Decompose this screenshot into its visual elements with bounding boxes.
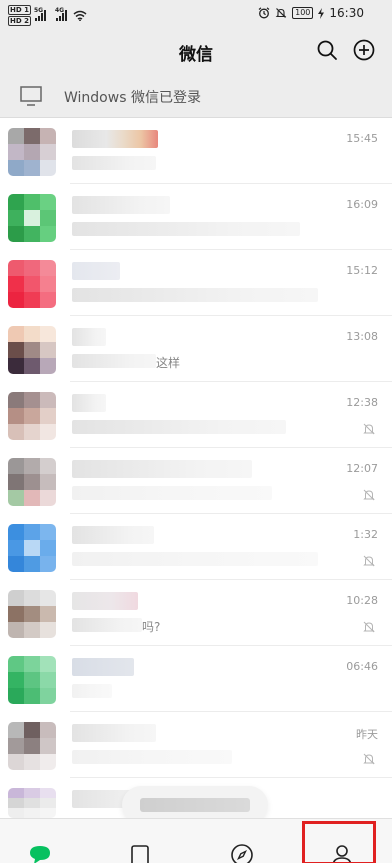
muted-bell-icon <box>363 621 375 633</box>
contact-name <box>72 592 138 610</box>
contact-name <box>72 130 158 148</box>
contact-name <box>72 526 154 544</box>
windows-login-banner[interactable]: Windows 微信已登录 <box>0 72 392 118</box>
contact-name <box>72 460 252 478</box>
message-preview <box>72 684 112 698</box>
login-banner-text: Windows 微信已登录 <box>64 90 201 106</box>
avatar <box>8 722 56 770</box>
message-preview <box>72 750 232 764</box>
status-left: HD 1 HD 2 5G 4G <box>8 5 87 26</box>
contact-name <box>72 196 170 214</box>
highlight-box <box>302 821 376 863</box>
chat-time: 昨天 <box>356 728 378 741</box>
avatar <box>8 524 56 572</box>
avatar <box>8 392 56 440</box>
contacts-icon <box>131 845 149 863</box>
chat-time: 1:32 <box>353 528 378 541</box>
avatar <box>8 590 56 638</box>
chat-time: 16:09 <box>346 198 378 211</box>
status-right: 100 16:30 <box>258 6 364 20</box>
message-preview <box>72 420 286 434</box>
message-preview <box>72 156 156 170</box>
chat-list: 15:45 16:09 15:12 这样 13:08 12:38 12:07 1… <box>0 118 392 818</box>
tab-chats[interactable] <box>0 819 98 863</box>
chat-item[interactable]: 这样 13:08 <box>0 316 392 382</box>
chat-item[interactable]: 06:46 <box>0 646 392 712</box>
message-preview <box>72 222 300 236</box>
message-suffix: 这样 <box>156 356 181 370</box>
message-preview <box>72 552 318 566</box>
chat-item[interactable]: 1:32 <box>0 514 392 580</box>
avatar <box>8 656 56 704</box>
chat-time: 12:07 <box>346 462 378 475</box>
chat-time: 15:45 <box>346 132 378 145</box>
avatar <box>8 458 56 506</box>
chat-time: 12:38 <box>346 396 378 409</box>
compass-icon <box>231 844 253 863</box>
message-preview <box>72 486 272 500</box>
signal-4g-icon: 4G <box>55 7 67 21</box>
mute-bell-icon <box>275 8 287 18</box>
search-icon[interactable] <box>315 38 339 62</box>
alarm-icon <box>258 7 270 19</box>
chat-time: 13:08 <box>346 330 378 343</box>
muted-bell-icon <box>363 489 375 501</box>
message-preview <box>72 354 156 368</box>
charging-icon <box>318 7 325 19</box>
muted-bell-icon <box>363 753 375 765</box>
contact-name <box>72 328 106 346</box>
sim2-label: HD 2 <box>8 16 31 26</box>
message-preview <box>72 288 318 302</box>
sim1-label: HD 1 <box>8 5 31 15</box>
message-preview <box>72 618 142 632</box>
plus-circle-icon[interactable] <box>352 38 376 62</box>
contact-name <box>72 658 134 676</box>
chat-time: 15:12 <box>346 264 378 277</box>
contact-name <box>72 262 120 280</box>
chat-item[interactable]: 12:38 <box>0 382 392 448</box>
chat-time: 10:28 <box>346 594 378 607</box>
chat-item[interactable]: 12:07 <box>0 448 392 514</box>
contact-name <box>72 394 106 412</box>
avatar <box>8 788 56 818</box>
muted-bell-icon <box>363 423 375 435</box>
chat-item[interactable]: 吗? 10:28 <box>0 580 392 646</box>
avatar <box>8 194 56 242</box>
contact-name <box>72 724 156 742</box>
avatar <box>8 326 56 374</box>
battery-indicator: 100 <box>292 7 314 19</box>
status-time: 16:30 <box>329 6 364 20</box>
wifi-icon <box>73 10 87 21</box>
title-bar: 微信 <box>0 28 392 72</box>
chat-item[interactable]: 15:12 <box>0 250 392 316</box>
tab-discover[interactable] <box>196 819 294 863</box>
muted-bell-icon <box>363 555 375 567</box>
sim-labels: HD 1 HD 2 <box>8 5 31 26</box>
chat-item[interactable]: 16:09 <box>0 184 392 250</box>
chat-item[interactable]: 昨天 <box>0 712 392 778</box>
floating-bubble-content <box>140 798 250 812</box>
message-suffix: 吗? <box>142 620 161 634</box>
avatar <box>8 128 56 176</box>
chat-icon <box>30 846 50 863</box>
wechat-screen: HD 1 HD 2 5G 4G 100 16:30 微信 Windows 微信已… <box>0 0 392 863</box>
monitor-icon <box>20 86 42 106</box>
chat-time: 06:46 <box>346 660 378 673</box>
status-bar: HD 1 HD 2 5G 4G 100 16:30 <box>0 0 392 28</box>
chat-item[interactable]: 15:45 <box>0 118 392 184</box>
signal-5g-icon: 5G <box>34 7 46 21</box>
avatar <box>8 260 56 308</box>
tab-contacts[interactable] <box>98 819 196 863</box>
